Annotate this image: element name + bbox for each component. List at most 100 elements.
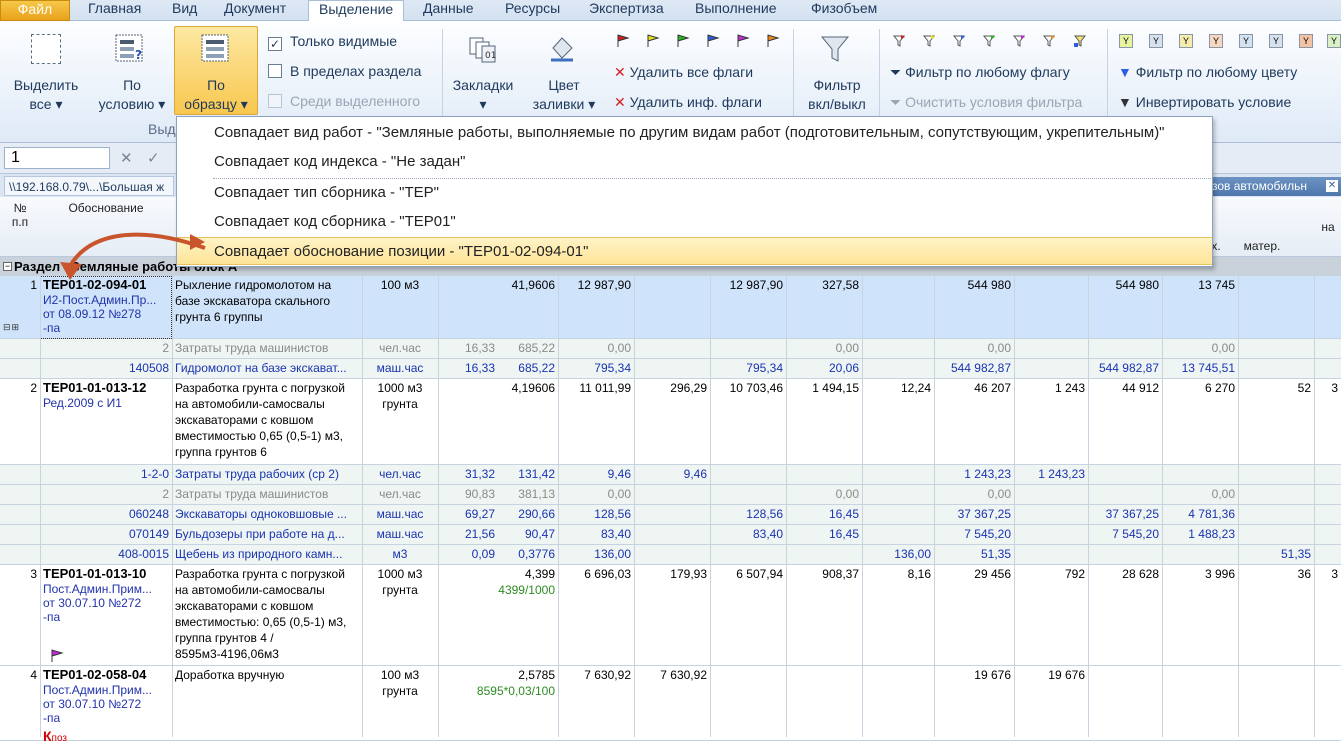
cell-v1[interactable]: 6 696,03 [558,565,634,583]
filter-multi-flag-icon[interactable] [1073,34,1087,48]
cell-v8[interactable]: 37 367,25 [1088,505,1162,523]
column-header-basis[interactable]: Обоснование [40,201,172,215]
cell-basis[interactable]: 060248 [40,505,172,523]
by-condition-button[interactable]: По условию ▾ [90,76,174,114]
cell-v6[interactable]: 544 982,87 [934,359,1014,377]
cell-unit[interactable]: 100 м3 [362,276,438,294]
cell-basis[interactable]: 070149 [40,525,172,543]
cell-qty[interactable]: 4,19606 [438,379,558,397]
cell-v8[interactable] [1088,666,1162,668]
cell-v10[interactable]: 36 [1238,565,1314,583]
cell-unit[interactable]: чел.час [362,465,438,483]
invert-condition-button[interactable]: ▼ Инвертировать условие [1118,93,1291,111]
expand-icon[interactable]: ⊟⊞ [3,322,20,333]
cell-v4[interactable] [786,465,862,467]
cell-qty[interactable]: 41,9606 [438,276,558,294]
table-row[interactable]: 4 ТЕР01-02-058-04 Пост.Админ.Прим... от 30.… [0,666,1341,744]
column-header-num[interactable]: № п.п [0,201,40,229]
cell-v5[interactable]: 8,16 [862,565,934,583]
cell-name[interactable]: Доработка вручную [172,666,362,684]
cell-v8[interactable]: 544 982,87 [1088,359,1162,377]
cell-v1[interactable]: 83,40 [558,525,634,543]
document-tab-right[interactable]: зов автомобильн ✕ [1208,177,1341,196]
cell-v1[interactable]: 11 011,99 [558,379,634,397]
yellow-flag-icon[interactable] [646,34,660,48]
cell-v5[interactable]: 136,00 [862,545,934,563]
cell-v3[interactable]: 6 507,94 [710,565,786,583]
cell-v11[interactable] [1314,359,1341,361]
bookmarks-button[interactable]: Закладки ▾ [448,76,518,114]
color-filter-swatch-icon[interactable]: Y [1299,34,1313,48]
document-path-tab[interactable]: \\192.168.0.79\...\Большая ж [4,176,174,196]
cell-v3[interactable]: 12 987,90 [710,276,786,294]
color-filter-swatch-icon[interactable]: Y [1269,34,1283,48]
cell-v3[interactable] [710,666,786,668]
cell-v2[interactable]: 179,93 [634,565,710,583]
menu-selection[interactable]: Выделение [308,0,405,22]
cell-v2[interactable]: 7 630,92 [634,666,710,684]
cell-v3[interactable] [710,545,786,547]
cell-v7[interactable] [1014,525,1088,527]
cell-basis[interactable]: 408-0015 [40,545,172,563]
cell-name[interactable]: Гидромолот на базе экскават... [172,359,362,377]
cell-v2[interactable] [634,545,710,547]
cell-num[interactable]: 2 [0,379,40,397]
cell-qb[interactable]: 685,22 [498,359,558,377]
cell-v10[interactable] [1238,485,1314,487]
cell-unit[interactable]: 100 м3 грунта [362,666,438,700]
cell-v8[interactable] [1088,485,1162,487]
resource-row[interactable]: 2 Затраты труда машинистов чел.час 16,33 685… [0,339,1341,359]
cell-v10[interactable] [1238,276,1314,278]
menu-data[interactable]: Данные [413,0,484,21]
cell-v3[interactable]: 83,40 [710,525,786,543]
cell-qa[interactable]: 16,33 [438,359,498,377]
cell-name[interactable]: Затраты труда машинистов [172,485,362,503]
cell-v4[interactable]: 0,00 [786,339,862,357]
menu-resources[interactable]: Ресурсы [495,0,570,21]
resource-row[interactable]: 060248 Экскаваторы одноковшовые ... маш.ча… [0,505,1341,525]
cell-v5[interactable] [862,465,934,467]
fill-color-button[interactable]: Цвет заливки ▾ [526,76,602,114]
cell-v5[interactable] [862,666,934,668]
remove-info-flags-button[interactable]: ✕ Удалить инф. флаги [614,93,762,111]
collapse-icon[interactable]: − [3,262,12,271]
cell-v7[interactable]: 19 676 [1014,666,1088,684]
column-header-mater[interactable]: матер. [1237,239,1287,253]
cell-unit[interactable]: маш.час [362,359,438,377]
blue-flag-icon[interactable] [706,34,720,48]
cell-v7[interactable] [1014,339,1088,341]
cell-v9[interactable] [1162,666,1238,668]
cell-basis[interactable]: 2 [40,339,172,357]
cell-num[interactable]: 1 [0,276,40,294]
close-tab-icon[interactable]: ✕ [1326,180,1338,192]
red-flag-icon[interactable] [616,34,630,48]
purple-flag-icon[interactable] [736,34,750,48]
cell-v6[interactable]: 29 456 [934,565,1014,583]
cell-v8[interactable] [1088,339,1162,341]
menu-home[interactable]: Главная [78,0,151,21]
menu-document[interactable]: Документ [214,0,296,21]
cell-v8[interactable]: 28 628 [1088,565,1162,583]
cell-v10[interactable] [1238,666,1314,668]
color-filter-swatch-icon[interactable]: Y [1149,34,1163,48]
cell-v5[interactable] [862,339,934,341]
cell-basis[interactable]: ТЕР01-01-013-10 Пост.Админ.Прим... от 30.0… [40,565,172,625]
cell-v1[interactable]: 7 630,92 [558,666,634,684]
cell-v8[interactable]: 544 980 [1088,276,1162,294]
resource-row[interactable]: 140508 Гидромолот на базе экскават... маш.… [0,359,1341,379]
cell-num[interactable]: 4 [0,666,40,684]
cell-v9[interactable]: 13 745,51 [1162,359,1238,377]
cell-qb[interactable]: 90,47 [498,525,558,543]
cell-v3[interactable] [710,485,786,487]
purple-flag-icon[interactable] [50,649,64,663]
cell-v6[interactable]: 51,35 [934,545,1014,563]
resource-row[interactable]: 2 Затраты труда машинистов чел.час 90,83 381… [0,485,1341,505]
cell-qb[interactable]: 290,66 [498,505,558,523]
filter-any-color-button[interactable]: ▼ Фильтр по любому цвету [1118,63,1297,81]
cell-v2[interactable]: 9,46 [634,465,710,483]
cell-v7[interactable] [1014,545,1088,547]
only-visible-checkbox[interactable]: ✓ Только видимые [268,32,397,51]
cell-v11[interactable] [1314,666,1341,668]
cell-v4[interactable] [786,666,862,668]
cell-v4[interactable]: 908,37 [786,565,862,583]
